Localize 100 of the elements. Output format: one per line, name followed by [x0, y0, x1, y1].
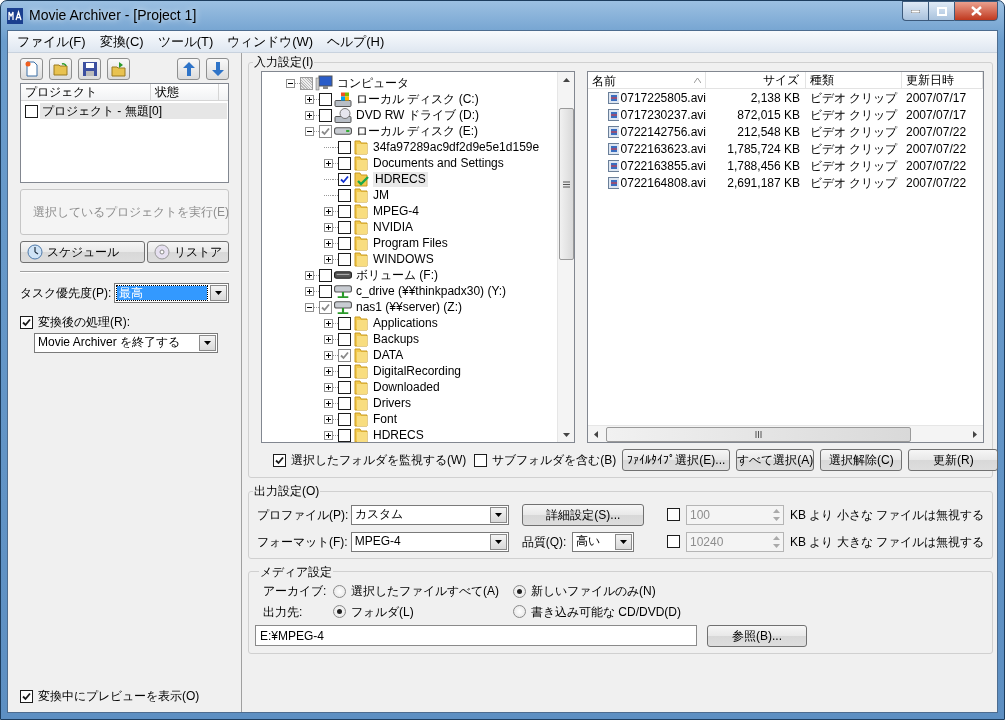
expand-icon[interactable]	[305, 94, 314, 104]
tree-item[interactable]: NVIDIA	[371, 220, 415, 235]
tree-item[interactable]: HDRECS	[371, 428, 426, 443]
tree-item[interactable]: ボリューム (F:)	[354, 268, 440, 283]
menu-item[interactable]: ツール(T)	[150, 33, 221, 50]
tree-item[interactable]: c_drive (¥¥thinkpadx30) (Y:)	[354, 284, 509, 299]
expand-icon[interactable]	[324, 318, 333, 328]
checkbox[interactable]	[319, 108, 332, 122]
expand-icon[interactable]	[324, 350, 333, 360]
checkbox[interactable]	[319, 268, 332, 282]
checkbox[interactable]	[338, 156, 351, 170]
open-button[interactable]	[49, 58, 72, 80]
checkbox[interactable]	[338, 364, 351, 378]
checkbox-label[interactable]: 変換後の処理(R):	[38, 315, 130, 330]
expand-icon[interactable]	[305, 110, 314, 120]
maximize-button[interactable]	[928, 1, 954, 21]
expand-icon[interactable]	[324, 366, 333, 376]
column-header[interactable]: サイズ	[706, 72, 806, 89]
collapse-icon[interactable]	[305, 302, 314, 312]
collapse-icon[interactable]	[305, 126, 314, 136]
tree-item[interactable]: 34fa97289ac9df2d9e5e1d159e	[371, 140, 542, 155]
checkbox[interactable]	[25, 104, 38, 118]
tree-item[interactable]: Program Files	[371, 236, 450, 251]
checkbox[interactable]	[273, 453, 286, 467]
tree-item[interactable]: Downloaded	[371, 380, 442, 395]
tree-item[interactable]: ローカル ディスク (C:)	[354, 92, 481, 107]
export-button[interactable]	[107, 58, 130, 80]
checkbox[interactable]	[338, 412, 351, 426]
tree-item[interactable]: Documents and Settings	[371, 156, 506, 171]
checkbox[interactable]	[338, 348, 351, 362]
file-name[interactable]: 0722163623.avi	[620, 141, 706, 157]
checkbox[interactable]	[20, 315, 33, 329]
scrollbar[interactable]	[588, 425, 983, 443]
radio-label[interactable]: 書き込み可能な CD/DVD(D)	[531, 604, 681, 619]
expand-icon[interactable]	[305, 270, 314, 280]
column-header[interactable]: プロジェクト	[21, 84, 151, 100]
checkbox[interactable]	[338, 172, 351, 186]
expand-icon[interactable]	[305, 286, 314, 296]
checkbox[interactable]	[20, 689, 33, 703]
expand-icon[interactable]	[324, 222, 333, 232]
file-name[interactable]: 0722163855.avi	[620, 158, 706, 174]
path-field[interactable]: E:¥MPEG-4	[255, 625, 697, 647]
checkbox-label[interactable]: 変換中にプレビューを表示(O)	[38, 688, 200, 704]
tree-item[interactable]: Drivers	[371, 396, 413, 411]
restore-button[interactable]: リストア	[147, 241, 229, 263]
scrollbar[interactable]	[557, 72, 574, 443]
checkbox[interactable]	[474, 453, 488, 467]
expand-icon[interactable]	[324, 254, 333, 264]
tree-item[interactable]: Backups	[371, 332, 422, 347]
checkbox[interactable]	[338, 396, 351, 410]
file-name[interactable]: 0717225805.avi	[620, 90, 706, 106]
collapse-icon[interactable]	[286, 78, 295, 88]
move-down-button[interactable]	[206, 58, 229, 80]
close-button[interactable]	[954, 1, 998, 21]
radio-label[interactable]: フォルダ(L)	[351, 604, 414, 619]
expand-icon[interactable]	[324, 430, 333, 440]
action-button[interactable]: 更新(R)	[908, 449, 999, 472]
checkbox[interactable]	[338, 316, 351, 330]
tree-item[interactable]: JM	[371, 188, 391, 203]
checkbox[interactable]	[300, 76, 313, 90]
checkbox[interactable]	[338, 380, 351, 394]
tree-item[interactable]: Applications	[371, 316, 440, 331]
tree-item[interactable]: DVD RW ドライブ (D:)	[354, 108, 482, 123]
radio-button[interactable]	[333, 584, 346, 598]
menu-item[interactable]: ヘルプ(H)	[320, 33, 392, 50]
tree-item[interactable]: Font	[371, 412, 399, 427]
tree-item[interactable]: DigitalRecording	[371, 364, 464, 379]
move-up-button[interactable]	[177, 58, 200, 80]
checkbox[interactable]	[338, 252, 351, 266]
expand-icon[interactable]	[324, 206, 333, 216]
checkbox[interactable]	[319, 284, 332, 298]
column-header[interactable]: 更新日時	[902, 72, 983, 89]
dropdown[interactable]: MPEG-4	[350, 531, 509, 552]
column-header[interactable]: 名前	[588, 72, 706, 89]
radio-button[interactable]	[333, 605, 346, 619]
column-header[interactable]: 状態	[151, 84, 219, 100]
save-button[interactable]	[78, 58, 101, 80]
new-button[interactable]	[20, 58, 43, 80]
expand-icon[interactable]	[324, 238, 333, 248]
tree-item[interactable]: MPEG-4	[371, 204, 421, 219]
radio-button[interactable]	[513, 605, 526, 619]
file-name[interactable]: 0722164808.avi	[620, 175, 706, 191]
checkbox[interactable]	[338, 220, 351, 234]
menu-item[interactable]: 変換(C)	[92, 33, 151, 50]
checkbox[interactable]	[338, 236, 351, 250]
dropdown[interactable]: カスタム	[351, 504, 510, 525]
dropdown[interactable]: Movie Archiver を終了する	[34, 333, 218, 354]
checkbox[interactable]	[319, 92, 332, 106]
expand-icon[interactable]	[324, 414, 333, 424]
checkbox[interactable]	[319, 300, 332, 314]
checkbox-label[interactable]: サブフォルダを含む(B)	[492, 453, 617, 468]
checkbox[interactable]	[338, 428, 351, 442]
checkbox[interactable]	[319, 124, 332, 138]
tree-item[interactable]: WINDOWS	[371, 252, 436, 267]
checkbox[interactable]	[338, 332, 351, 346]
file-name[interactable]: 0722142756.avi	[620, 124, 706, 140]
settings-button[interactable]: 詳細設定(S)...	[522, 503, 645, 526]
radio-button[interactable]	[513, 584, 526, 598]
action-button[interactable]: すべて選択(A)	[736, 449, 815, 472]
list-item[interactable]: プロジェクト - 無題[0]	[40, 103, 227, 120]
